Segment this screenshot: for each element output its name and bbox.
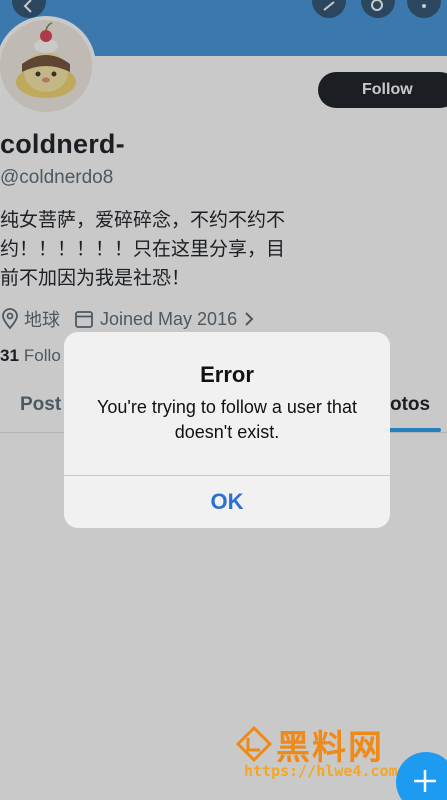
watermark-logo-icon xyxy=(236,726,272,762)
profile-screen: Follow coldnerd- @coldnerdo8 纯女菩萨，爱碎碎念，不… xyxy=(0,0,447,800)
alert-title: Error xyxy=(200,362,254,387)
error-alert-dialog: Error You're trying to follow a user tha… xyxy=(64,332,390,528)
watermark-url: https://hlwe4.com xyxy=(244,762,398,780)
watermark: 黑料网 https://hlwe4.com xyxy=(236,720,416,790)
ok-button[interactable]: OK xyxy=(64,476,390,528)
alert-message: You're trying to follow a user that does… xyxy=(97,397,357,442)
